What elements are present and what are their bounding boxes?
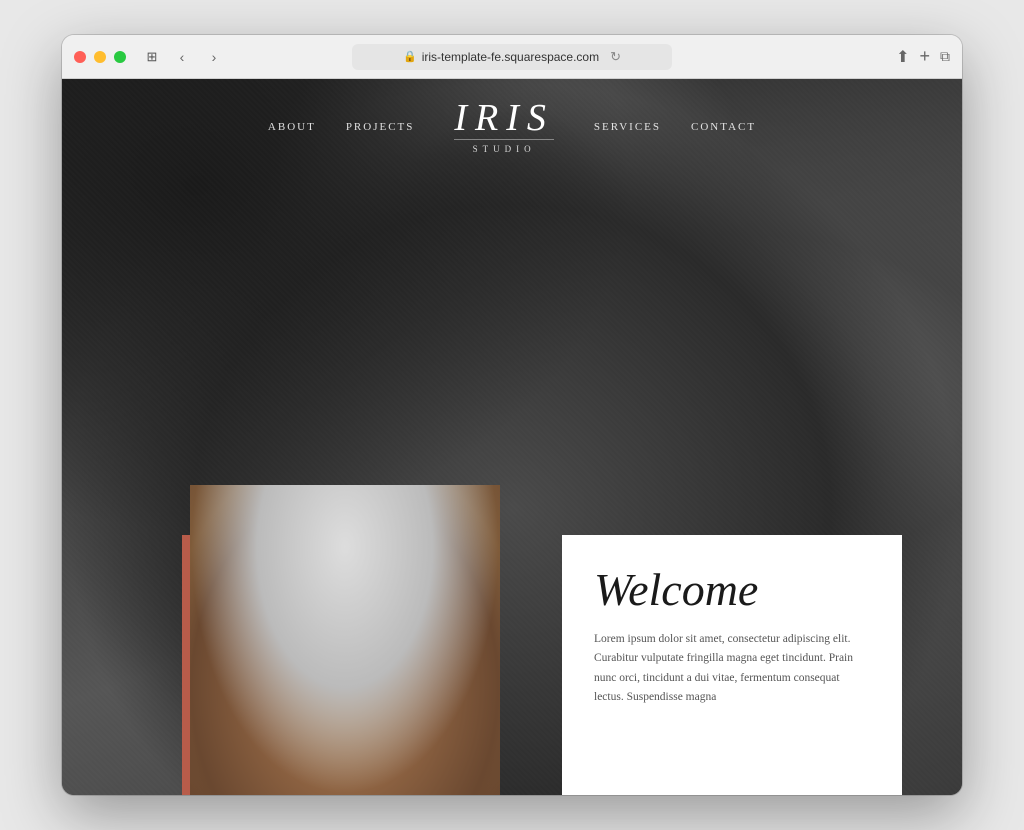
minimize-button[interactable] — [94, 51, 106, 63]
welcome-title: Welcome — [594, 565, 870, 616]
tabs-icon[interactable]: ⧉ — [940, 48, 950, 65]
back-button[interactable]: ‹ — [168, 43, 196, 71]
new-tab-icon[interactable]: + — [919, 46, 930, 67]
share-icon[interactable]: ⬆ — [896, 47, 909, 67]
close-button[interactable] — [74, 51, 86, 63]
nav-left: ABOUT PROJECTS — [268, 121, 414, 133]
welcome-body: Lorem ipsum dolor sit amet, consectetur … — [594, 630, 870, 708]
title-bar: ⊞ ‹ › 🔒 iris-template-fe.squarespace.com… — [62, 35, 962, 79]
site-nav: ABOUT PROJECTS IRIS STUDIO SERVICES CONT… — [62, 79, 962, 174]
view-grid-icon[interactable]: ⊞ — [140, 45, 164, 69]
website-content: ABOUT PROJECTS IRIS STUDIO SERVICES CONT… — [62, 79, 962, 795]
browser-nav: ⊞ ‹ › — [138, 43, 228, 71]
logo-title: IRIS — [454, 99, 554, 137]
portrait-image — [190, 485, 500, 795]
logo-subtitle: STUDIO — [454, 139, 554, 154]
maximize-button[interactable] — [114, 51, 126, 63]
bottom-overlay: Welcome Lorem ipsum dolor sit amet, cons… — [62, 485, 962, 795]
nav-right: SERVICES CONTACT — [594, 121, 756, 133]
nav-contact[interactable]: CONTACT — [691, 121, 756, 133]
window-controls — [74, 51, 126, 63]
hero-section: ABOUT PROJECTS IRIS STUDIO SERVICES CONT… — [62, 79, 962, 795]
nav-about[interactable]: ABOUT — [268, 121, 316, 133]
nav-projects[interactable]: PROJECTS — [346, 121, 415, 133]
browser-actions: ⬆ + ⧉ — [896, 46, 950, 67]
welcome-box: Welcome Lorem ipsum dolor sit amet, cons… — [562, 535, 902, 795]
lock-icon: 🔒 — [403, 50, 417, 63]
site-logo[interactable]: IRIS STUDIO — [454, 99, 554, 154]
address-bar[interactable]: 🔒 iris-template-fe.squarespace.com ↻ — [352, 44, 672, 70]
nav-services[interactable]: SERVICES — [594, 121, 661, 133]
url-text: iris-template-fe.squarespace.com — [422, 50, 599, 64]
reload-icon[interactable]: ↻ — [610, 49, 621, 65]
forward-button[interactable]: › — [200, 43, 228, 71]
accent-bar — [182, 535, 190, 795]
color-portrait — [190, 485, 500, 795]
mac-window: ⊞ ‹ › 🔒 iris-template-fe.squarespace.com… — [62, 35, 962, 795]
